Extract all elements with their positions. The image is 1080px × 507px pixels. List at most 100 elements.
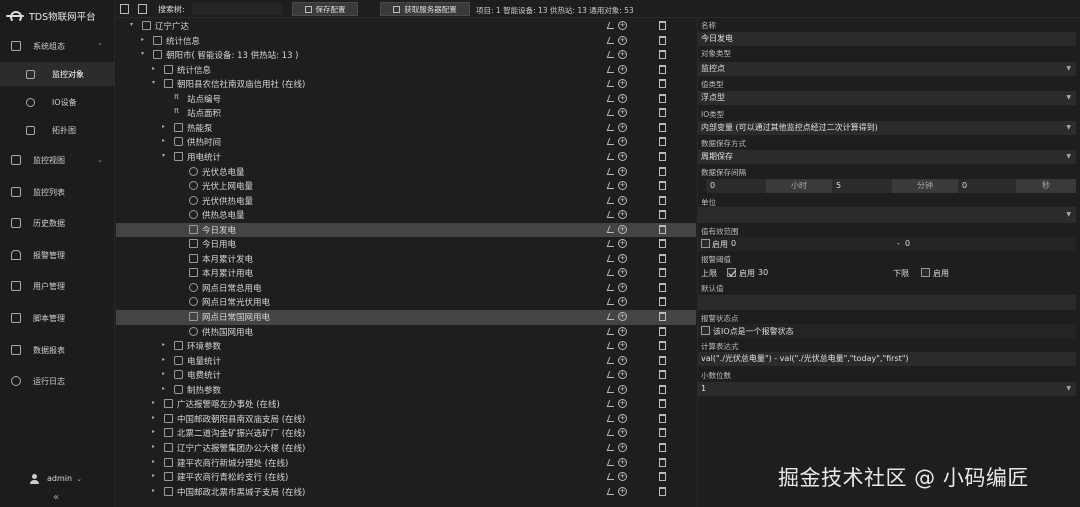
add-icon[interactable]: + — [618, 355, 627, 365]
fetch-server-config-button[interactable]: 获取服务器配置 — [380, 2, 470, 16]
caret-right-icon[interactable]: ▸ — [152, 487, 155, 494]
caret-down-icon[interactable]: ▾ — [162, 152, 165, 159]
tree-node[interactable]: 供热总电量 + — [116, 208, 696, 223]
edit-icon[interactable] — [606, 327, 617, 335]
sidebar-item-logs[interactable]: 运行日志 — [0, 369, 115, 393]
caret-right-icon[interactable]: ▸ — [162, 137, 165, 144]
tree-node[interactable]: ▸ 广达报警喀左办事处 (在线) + — [116, 397, 696, 412]
caret-down-icon[interactable]: ▾ — [130, 21, 133, 28]
search-tree-input[interactable] — [192, 3, 282, 15]
delete-icon[interactable] — [659, 21, 666, 30]
edit-icon[interactable] — [606, 283, 617, 291]
edit-icon[interactable] — [606, 254, 617, 262]
add-icon[interactable]: + — [618, 137, 627, 147]
tree-node[interactable]: 光伏供热电量 + — [116, 194, 696, 209]
delete-icon[interactable] — [659, 312, 666, 321]
delete-icon[interactable] — [659, 79, 666, 89]
add-icon[interactable]: + — [618, 35, 627, 45]
add-icon[interactable]: + — [618, 282, 627, 292]
add-icon[interactable]: + — [618, 472, 627, 482]
edit-icon[interactable] — [606, 36, 617, 44]
tree-node[interactable]: ▸ 建平农商行新城分理处 (在线) + — [116, 456, 696, 471]
delete-icon[interactable] — [659, 224, 666, 234]
sidebar-item-io-devices[interactable]: IO设备 — [0, 90, 115, 114]
name-field[interactable]: 今日发电 — [698, 32, 1076, 46]
edit-icon[interactable] — [606, 182, 617, 190]
decimals-select[interactable]: 1 ▼ — [698, 382, 1076, 396]
delete-icon[interactable] — [659, 210, 666, 220]
add-icon[interactable]: + — [618, 297, 627, 307]
add-icon[interactable]: + — [618, 370, 627, 380]
caret-right-icon[interactable]: ▸ — [152, 443, 155, 450]
delete-icon[interactable] — [659, 108, 666, 118]
interval-minutes-input[interactable]: 5 — [832, 179, 892, 193]
tree-node[interactable]: 网点日常国网用电 + — [116, 310, 696, 325]
user-menu[interactable]: admin ⌄ — [30, 474, 82, 484]
save-config-button[interactable]: 保存配置 — [292, 2, 358, 16]
edit-icon[interactable] — [606, 123, 617, 131]
delete-icon[interactable] — [659, 239, 666, 249]
add-icon[interactable]: + — [618, 181, 627, 191]
tree-node[interactable]: 供热国网用电 + — [116, 325, 696, 340]
edit-icon[interactable] — [606, 109, 617, 117]
collapse-sidebar-button[interactable]: « — [53, 492, 59, 503]
edit-icon[interactable] — [606, 473, 617, 481]
delete-icon[interactable] — [659, 35, 666, 45]
edit-icon[interactable] — [606, 400, 617, 408]
tree-node[interactable]: 本月累计用电 + — [116, 266, 696, 281]
delete-icon[interactable] — [659, 181, 666, 191]
add-icon[interactable]: + — [618, 64, 627, 74]
caret-down-icon[interactable]: ▾ — [141, 50, 144, 57]
edit-icon[interactable] — [606, 313, 617, 320]
caret-right-icon[interactable]: ▸ — [152, 458, 155, 465]
delete-icon[interactable] — [659, 442, 666, 452]
caret-right-icon[interactable]: ▸ — [152, 414, 155, 421]
edit-icon[interactable] — [606, 342, 617, 350]
add-icon[interactable]: + — [618, 210, 627, 220]
alarm-state-checkbox[interactable] — [701, 326, 710, 335]
add-icon[interactable]: + — [618, 166, 627, 176]
delete-icon[interactable] — [659, 50, 666, 60]
add-icon[interactable]: + — [618, 428, 627, 438]
tree-node[interactable]: π 站点面积 + — [116, 106, 696, 121]
tree-node[interactable]: ▸ 统计信息 + — [116, 63, 696, 78]
edit-icon[interactable] — [606, 429, 617, 437]
edit-icon[interactable] — [606, 138, 617, 146]
add-icon[interactable]: + — [618, 151, 627, 161]
edit-icon[interactable] — [606, 443, 617, 451]
sidebar-item-monitor-list[interactable]: 监控列表 — [0, 180, 115, 204]
edit-icon[interactable] — [606, 458, 617, 466]
tree-node[interactable]: 网点日常光伏用电 + — [116, 295, 696, 310]
edit-icon[interactable] — [606, 225, 617, 233]
default-value-input[interactable] — [698, 295, 1076, 310]
save-icon[interactable] — [138, 4, 147, 14]
tree-node[interactable]: ▾ 辽宁广达 + — [116, 19, 696, 34]
delete-icon[interactable] — [659, 472, 666, 482]
add-icon[interactable]: + — [618, 108, 627, 118]
caret-right-icon[interactable]: ▸ — [152, 472, 155, 479]
edit-icon[interactable] — [606, 385, 617, 393]
tree-node[interactable]: ▸ 中国邮政朝阳县南双庙支局 (在线) + — [116, 412, 696, 427]
edit-icon[interactable] — [606, 240, 617, 248]
caret-right-icon[interactable]: ▸ — [162, 123, 165, 130]
tree-node[interactable]: ▸ 制热参数 + — [116, 383, 696, 398]
delete-icon[interactable] — [659, 370, 666, 380]
delete-icon[interactable] — [659, 166, 666, 176]
interval-hours-input[interactable]: 0 — [706, 179, 766, 193]
delete-icon[interactable] — [659, 297, 666, 307]
delete-icon[interactable] — [659, 413, 666, 423]
caret-right-icon[interactable]: ▸ — [152, 65, 155, 72]
delete-icon[interactable] — [659, 282, 666, 292]
caret-right-icon[interactable]: ▸ — [162, 370, 165, 377]
tree-node[interactable]: 光伏总电量 + — [116, 165, 696, 180]
edit-icon[interactable] — [606, 269, 617, 277]
tree-node[interactable]: 今日发电 + — [116, 222, 696, 238]
valid-max-input[interactable]: 0 — [905, 239, 910, 248]
edit-icon[interactable] — [606, 80, 617, 88]
edit-icon[interactable] — [606, 22, 617, 29]
tree-node[interactable]: ▸ 供热时间 + — [116, 135, 696, 150]
caret-right-icon[interactable]: ▸ — [152, 428, 155, 435]
tree-node[interactable]: ▸ 电费统计 + — [116, 368, 696, 383]
add-icon[interactable]: + — [618, 50, 627, 60]
edit-icon[interactable] — [606, 152, 617, 160]
